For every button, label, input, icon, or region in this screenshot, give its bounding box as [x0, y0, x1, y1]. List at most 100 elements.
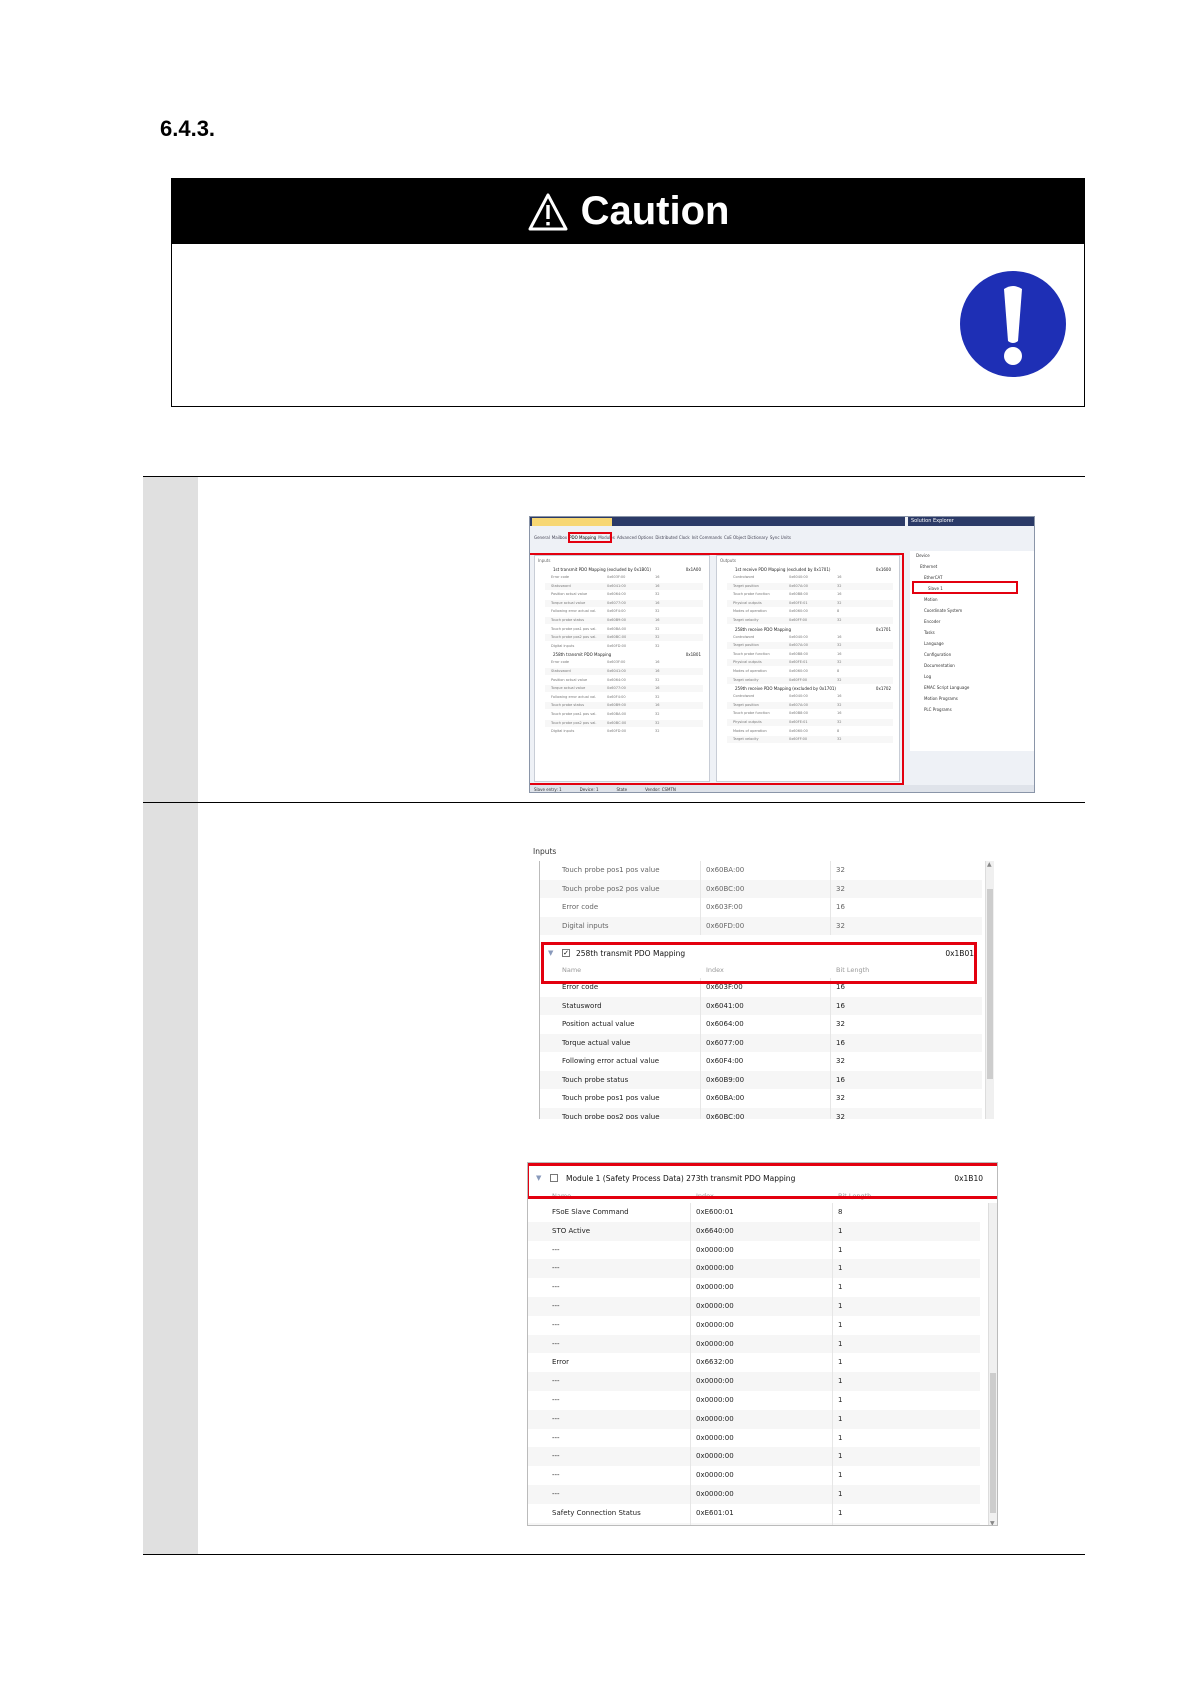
column-divider: [832, 1240, 833, 1260]
column-divider: [690, 1353, 691, 1373]
column-divider: [700, 1107, 701, 1119]
table-row[interactable]: --- 0x0000:00 1: [528, 1334, 980, 1354]
index-cell: 0xE600:01: [696, 1208, 734, 1216]
device-tab[interactable]: Advanced Options: [617, 535, 653, 544]
table-rule: [143, 476, 1085, 477]
device-tab[interactable]: CoE Object Dictionary: [724, 535, 768, 544]
table-row[interactable]: Safety Connection Status 0xE601:01 1: [528, 1503, 980, 1523]
tree-node[interactable]: EtherCAT: [924, 575, 942, 580]
column-divider: [832, 1391, 833, 1410]
table-row[interactable]: --- 0x0000:00 1: [528, 1391, 980, 1410]
index-cell: 0xE601:01: [696, 1508, 734, 1517]
name-cell: ---: [552, 1396, 560, 1404]
tree-node[interactable]: Configuration: [924, 652, 951, 657]
step-number-cell: [143, 477, 198, 802]
column-divider: [832, 1259, 833, 1279]
scroll-thumb[interactable]: [987, 889, 993, 1079]
table-row[interactable]: STO Active 0x6640:00 1: [528, 1221, 980, 1241]
tree-node[interactable]: Motion: [924, 597, 938, 602]
name-cell: Digital inputs: [562, 921, 609, 930]
bit-length-cell: 1: [838, 1414, 843, 1423]
index-cell: 0x60BC:00: [706, 884, 745, 893]
bit-length-cell: 1: [838, 1302, 843, 1310]
index-cell: 0x60BA:00: [706, 866, 745, 874]
table-row[interactable]: Error 0x6632:00 1: [528, 1353, 980, 1373]
device-tab[interactable]: Mailbox: [552, 535, 567, 544]
column-divider: [690, 1466, 691, 1485]
column-divider: [830, 916, 831, 935]
bit-length-cell: 1: [838, 1283, 843, 1292]
tree-node[interactable]: PLC Programs: [924, 707, 952, 712]
tree-node[interactable]: Documentation: [924, 663, 955, 668]
editor-tab[interactable]: [532, 518, 612, 526]
table-row[interactable]: --- 0x0000:00 1: [528, 1428, 980, 1448]
column-divider: [690, 1428, 691, 1448]
tree-node[interactable]: Ethernet: [920, 564, 937, 569]
table-row[interactable]: --- 0x0000:00 1: [528, 1315, 980, 1335]
name-cell: Touch probe pos1 pos value: [562, 1094, 660, 1102]
tree-node[interactable]: Log: [924, 674, 931, 679]
device-tab[interactable]: Init Commands: [692, 535, 722, 544]
table-row[interactable]: --- 0x0000:00 1: [528, 1372, 980, 1391]
tree-node[interactable]: Device: [916, 553, 930, 558]
table-row[interactable]: --- 0x0000:00 1: [528, 1278, 980, 1297]
table-row[interactable]: --- 0x0000:00 1: [528, 1447, 980, 1467]
vertical-scrollbar[interactable]: ▼: [988, 1203, 997, 1525]
device-tab[interactable]: Sync Units: [770, 535, 791, 544]
tree-node[interactable]: Coordinate System: [924, 608, 962, 613]
column-divider: [690, 1522, 691, 1525]
table-row[interactable]: Touch probe pos1 pos value 0x60BA:00 32: [540, 861, 982, 880]
table-row[interactable]: Error code 0x603F:00 16: [540, 898, 982, 917]
table-row[interactable]: --- 0x0000:00 1: [528, 1409, 980, 1429]
table-row[interactable]: Position actual value 0x6064:00 32: [540, 1015, 982, 1034]
table-row[interactable]: FSoE Slave Command 0xE600:01 8: [528, 1203, 980, 1222]
bit-length-cell: 1: [838, 1508, 843, 1517]
table-row[interactable]: Touch probe pos1 pos value 0x60BA:00 32: [540, 1089, 982, 1108]
status-bar: Slave entry: 1 Device: 1 State Vendor: CSMT…: [530, 785, 1034, 792]
column-divider: [832, 1278, 833, 1297]
pdo-panels-highlight: [530, 553, 904, 785]
scroll-up-icon[interactable]: ▲: [987, 861, 992, 868]
index-cell: 0x6077:00: [706, 1038, 744, 1047]
tree-node[interactable]: Motion Programs: [924, 696, 958, 701]
device-tab[interactable]: Distributed Clock: [655, 535, 689, 544]
index-cell: 0x0000:00: [696, 1283, 734, 1292]
name-cell: Touch probe pos2 pos value: [562, 884, 660, 893]
column-divider: [832, 1447, 833, 1467]
table-row[interactable]: Touch probe pos2 pos value 0x60BC:00 32: [540, 1107, 982, 1120]
table-row[interactable]: Torque actual value 0x6077:00 16: [540, 1033, 982, 1052]
tree-node[interactable]: Language: [924, 641, 944, 646]
vertical-scrollbar[interactable]: ▲: [985, 861, 994, 1119]
tree-node[interactable]: Tasks: [924, 630, 935, 635]
table-row[interactable]: --- 0x0000:00 1: [528, 1297, 980, 1316]
name-cell: ---: [552, 1320, 560, 1329]
group-highlight: [541, 942, 977, 984]
scroll-thumb[interactable]: [990, 1373, 996, 1513]
device-tab[interactable]: General: [534, 535, 550, 544]
name-cell: Following error actual value: [562, 1057, 660, 1065]
table-row[interactable]: Statusword 0x6041:00 16: [540, 996, 982, 1015]
status-text: Device: 1: [579, 787, 599, 792]
scroll-down-icon[interactable]: ▼: [990, 1520, 995, 1525]
column-divider: [700, 1089, 701, 1108]
table-row[interactable]: --- 0x0000:00 1: [528, 1259, 980, 1279]
index-cell: 0x0000:00: [696, 1264, 734, 1273]
index-cell: 0x60BC:00: [706, 1112, 745, 1120]
bit-length-cell: 32: [836, 921, 845, 930]
table-row[interactable]: Digital inputs 0x60FD:00 32: [540, 916, 982, 935]
column-divider: [832, 1372, 833, 1391]
table-row[interactable]: FSoE Slave CRC_00xE600:0316: [528, 1522, 980, 1525]
tree-node[interactable]: EMAC Script Language: [924, 685, 969, 690]
table-row[interactable]: --- 0x0000:00 1: [528, 1466, 980, 1485]
index-cell: 0x6640:00: [696, 1226, 734, 1235]
table-row[interactable]: --- 0x0000:00 1: [528, 1240, 980, 1260]
table-row[interactable]: Touch probe status 0x60B9:00 16: [540, 1070, 982, 1089]
column-divider: [830, 879, 831, 898]
tree-node[interactable]: Encoder: [924, 619, 940, 624]
column-divider: [830, 1033, 831, 1052]
table-row[interactable]: --- 0x0000:00 1: [528, 1485, 980, 1504]
column-divider: [700, 1052, 701, 1071]
bit-length-cell: 1: [838, 1433, 843, 1442]
table-row[interactable]: Following error actual value 0x60F4:00 32: [540, 1052, 982, 1071]
table-row[interactable]: Touch probe pos2 pos value 0x60BC:00 32: [540, 879, 982, 898]
